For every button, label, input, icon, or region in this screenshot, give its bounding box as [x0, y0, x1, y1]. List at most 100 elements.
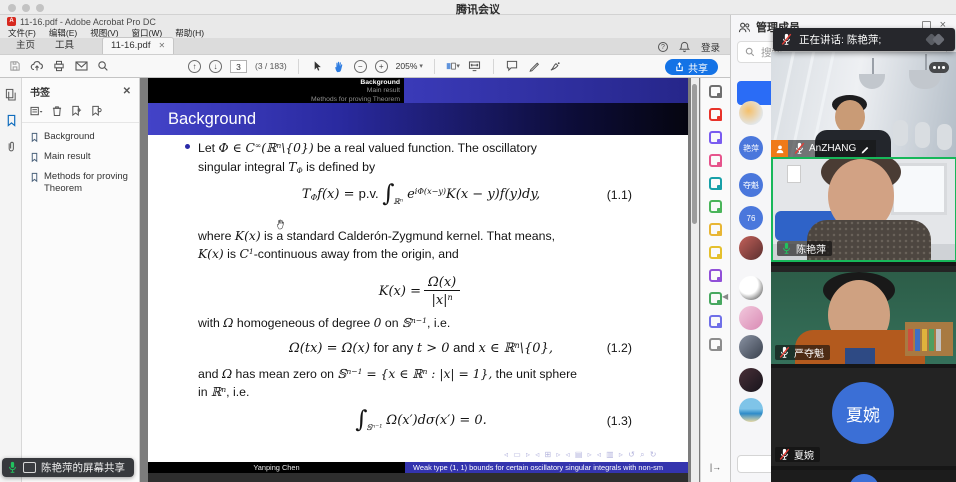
slide-header-accent: [404, 78, 688, 103]
help-icon[interactable]: ?: [658, 42, 668, 52]
video-name-label: AnZHANG: [771, 140, 876, 157]
video-tile-anzhang[interactable]: AnZHANG: [771, 52, 956, 157]
acrobat-tools-panel: |→: [700, 78, 730, 482]
bookmarks-panel: 书签 ✕ Background Main result Methods for pr…: [22, 78, 140, 482]
edit-pdf-icon[interactable]: [709, 131, 722, 144]
more-tools-icon[interactable]: [709, 338, 722, 351]
combine-files-icon[interactable]: [709, 200, 722, 213]
hand-tool-icon[interactable]: [332, 59, 346, 73]
video-tile-xiawan[interactable]: 夏婉 夏婉: [771, 368, 956, 466]
acrobat-tabbar: 主页 工具 11-16.pdf✕ ? 登录: [0, 38, 730, 54]
organize-pages-icon[interactable]: [709, 154, 722, 167]
slide-footer-author: Yanping Chen: [148, 462, 405, 473]
video-tile-partial[interactable]: [771, 470, 956, 482]
avatar: [739, 306, 763, 330]
find-icon[interactable]: [96, 59, 110, 73]
save-icon[interactable]: [8, 59, 22, 73]
host-badge-icon: [771, 140, 788, 157]
tab-document[interactable]: 11-16.pdf✕: [102, 37, 174, 54]
slide-text-line: singular integral TΦ is defined by: [198, 159, 644, 176]
equation-tag: (1.1): [607, 188, 632, 202]
avatar: 夺魁: [739, 173, 763, 197]
email-icon[interactable]: [74, 59, 88, 73]
cloud-upload-icon[interactable]: [30, 59, 44, 73]
bookmark-settings-icon[interactable]: [91, 105, 102, 117]
new-bookmark-icon[interactable]: [71, 105, 82, 117]
page-number-input[interactable]: 3: [230, 60, 247, 73]
minitoc-entry: Main result: [311, 87, 400, 95]
edit-name-icon[interactable]: [860, 144, 870, 154]
create-pdf-icon[interactable]: [709, 177, 722, 190]
ceiling-lamp: [859, 74, 885, 89]
bookmarks-panel-icon[interactable]: [0, 110, 22, 130]
video-name-label: 夏婉: [775, 447, 820, 462]
avatar: [739, 335, 763, 359]
slide-text-line: Let Φ ∈ C∞(ℝn\{0}) be a real valued func…: [198, 140, 644, 157]
bookmark-options-icon[interactable]: [30, 106, 43, 117]
scrollbar-thumb[interactable]: [692, 84, 697, 224]
collapse-panel-icon[interactable]: ◀: [722, 292, 728, 301]
tencent-meeting-logo-icon: [925, 33, 947, 47]
avatar: 夏婉: [832, 382, 894, 444]
beamer-navigation-symbols[interactable]: ◃ ▭ ▹ ◃ ⊞ ▹ ◃ ▤ ▹ ◃ ▥ ▹ ↺ ⌕ ↻: [504, 450, 658, 460]
document-canvas[interactable]: BackgroundMain resultMethods for proving…: [140, 78, 700, 482]
close-bookmarks-icon[interactable]: ✕: [123, 86, 131, 97]
slide-text-line: in ℝn, i.e.: [198, 384, 644, 401]
pdf-slide-page: BackgroundMain resultMethods for proving…: [148, 78, 688, 473]
fill-sign-icon[interactable]: [549, 59, 563, 73]
login-button[interactable]: 登录: [701, 40, 720, 54]
expand-tools-icon[interactable]: |→: [710, 462, 721, 472]
page-gap: [148, 473, 688, 482]
more-options-icon[interactable]: [929, 62, 949, 73]
video-name-label: 严夺魁: [775, 345, 830, 360]
screen-share-status[interactable]: 陈艳萍的屏幕共享: [2, 458, 134, 477]
page-display-icon[interactable]: ▾: [446, 59, 460, 73]
acrobat-window-title: 11-16.pdf - Adobe Acrobat Pro DC: [20, 17, 156, 27]
avatar: 76: [739, 206, 763, 230]
mic-muted-icon: [781, 33, 792, 46]
comment-icon[interactable]: [505, 59, 519, 73]
share-button[interactable]: 共享: [665, 59, 718, 75]
export-pdf-icon[interactable]: [709, 108, 722, 121]
print-icon[interactable]: [52, 59, 66, 73]
share-file-icon[interactable]: [709, 223, 722, 236]
document-scrollbar[interactable]: [691, 78, 699, 482]
select-tool-icon[interactable]: [310, 59, 324, 73]
video-tile-chenyanping-speaking[interactable]: 陈艳萍: [771, 157, 956, 262]
bookmarks-panel-title: 书签: [30, 84, 50, 99]
pencil-icon[interactable]: [527, 59, 541, 73]
next-page-icon[interactable]: ↓: [209, 60, 222, 73]
close-tab-icon[interactable]: ✕: [158, 41, 165, 50]
equation-1-2: Ω(tx) = Ω(x) for any t > 0 and x ∈ ℝn\{0…: [198, 336, 644, 360]
avatar: [739, 236, 763, 260]
tab-home[interactable]: 主页: [6, 35, 45, 54]
video-tile-yanduokui[interactable]: 严夺魁: [771, 266, 956, 364]
system-title-bar: 腾讯会议: [0, 0, 956, 15]
zoom-out-icon[interactable]: −: [354, 60, 367, 73]
attachments-icon[interactable]: [0, 136, 22, 156]
equation-1-1: TΦf(x) = p.v. ∫ℝⁿeiΦ(x−y)K(x − y)f(y)dy,…: [198, 182, 644, 208]
protect-icon[interactable]: [709, 315, 722, 328]
zoom-in-icon[interactable]: +: [375, 60, 388, 73]
bookmark-item-methods-for-proving-theorem[interactable]: Methods for proving Theorem: [30, 171, 135, 195]
tab-tools[interactable]: 工具: [45, 35, 84, 54]
stamp-icon[interactable]: [709, 292, 722, 305]
search-tool-icon[interactable]: [709, 85, 722, 98]
fill-sign-icon[interactable]: [709, 269, 722, 282]
bookmark-item-background[interactable]: Background: [30, 131, 135, 143]
acrobat-workarea: 书签 ✕ BackgroundMain resultMethods for pr…: [0, 78, 730, 482]
avatar: [739, 276, 763, 300]
fit-width-icon[interactable]: [468, 59, 482, 73]
zoom-level-dropdown[interactable]: 205%▾: [396, 61, 423, 71]
slide-text-line: with Ω homogeneous of degree 0 on 𝕊n−1, …: [198, 315, 644, 332]
comment-icon[interactable]: [709, 246, 722, 259]
delete-bookmark-icon[interactable]: [52, 105, 62, 117]
video-thumbnails-column: AnZHANG 陈艳萍 严夺魁 夏婉: [771, 52, 956, 482]
slide-footer: Yanping Chen Weak type (1, 1) bounds for…: [148, 462, 688, 473]
previous-page-icon[interactable]: ↑: [188, 60, 201, 73]
notification-bell-icon[interactable]: [679, 41, 690, 53]
bookmark-item-main-result[interactable]: Main result: [30, 151, 135, 163]
page-thumbnails-icon[interactable]: [0, 84, 22, 104]
bookmark-icon: [30, 132, 39, 143]
mic-active-icon: [781, 242, 792, 255]
